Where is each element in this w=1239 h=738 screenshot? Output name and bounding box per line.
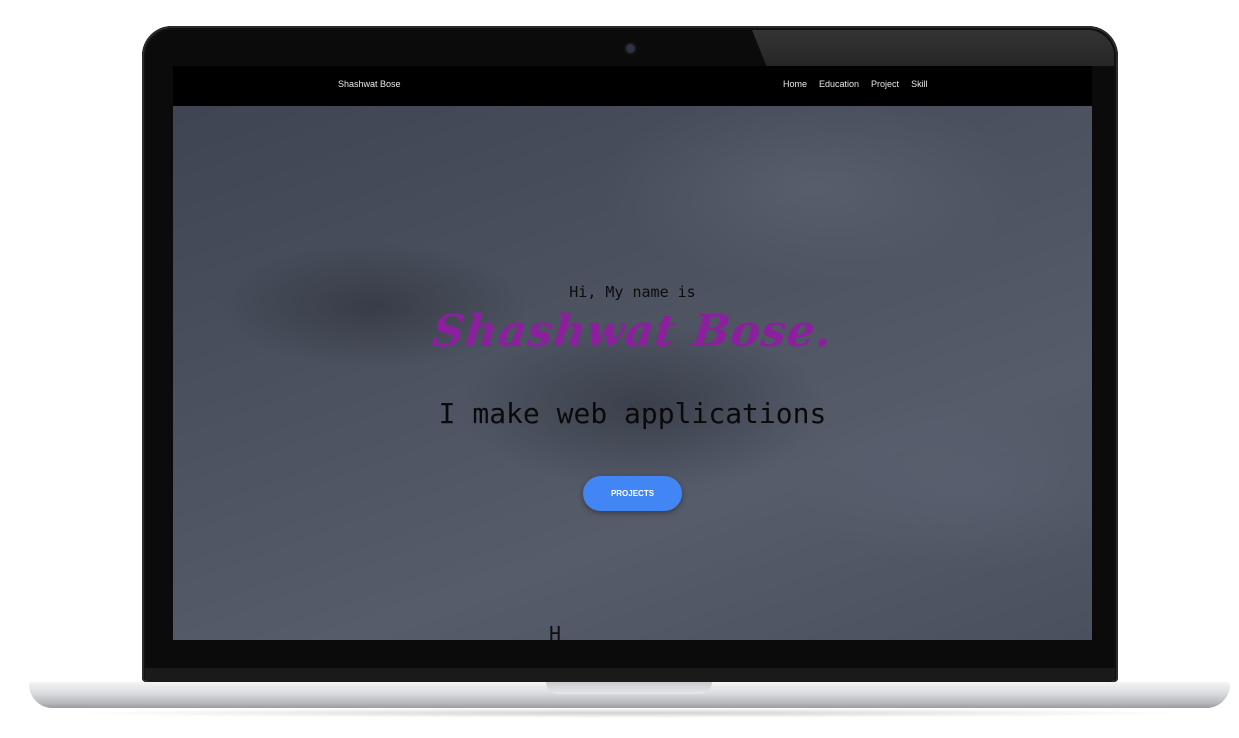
nav-link-skill[interactable]: Skill: [911, 79, 928, 89]
hero-name: Shashwat Bose.: [429, 306, 836, 357]
lid-gloss: [752, 30, 1114, 66]
nav-links: Home Education Project Skill: [783, 79, 928, 89]
laptop-screen: Shashwat Bose Home Education Project Ski…: [173, 66, 1092, 640]
laptop-mockup: Shashwat Bose Home Education Project Ski…: [0, 0, 1239, 738]
base-notch: [546, 682, 712, 694]
brand-name[interactable]: Shashwat Bose: [338, 79, 401, 89]
base-shadow: [60, 708, 1200, 718]
nav-link-education[interactable]: Education: [819, 79, 859, 89]
top-navbar: Shashwat Bose Home Education Project Ski…: [173, 66, 1092, 106]
scroll-hint-glyph: H: [549, 622, 562, 640]
nav-link-home[interactable]: Home: [783, 79, 807, 89]
nav-link-project[interactable]: Project: [871, 79, 899, 89]
camera-icon: [626, 44, 635, 53]
hero-tagline: I make web applications: [438, 397, 827, 430]
projects-button[interactable]: PROJECTS: [583, 476, 682, 511]
screen-bottom-bezel: [145, 668, 1115, 682]
hero-greeting: Hi, My name is: [569, 283, 696, 301]
